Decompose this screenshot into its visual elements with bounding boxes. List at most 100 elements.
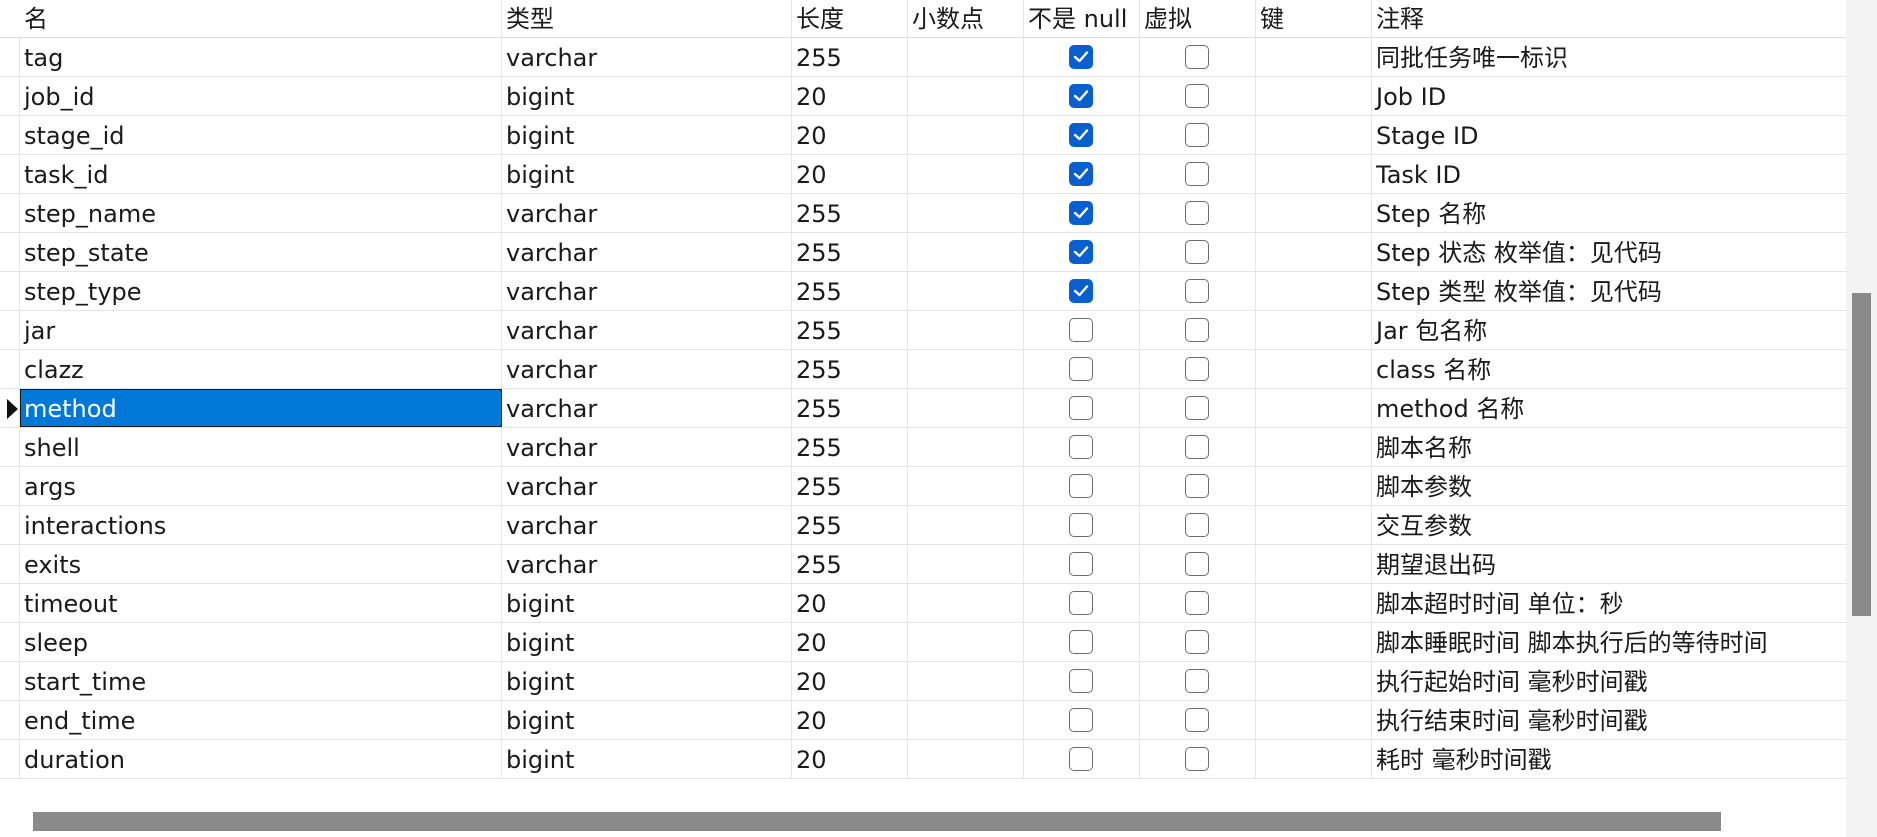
field-comment-cell[interactable]: 执行起始时间 毫秒时间戳 [1372,662,1846,700]
column-header-not-null[interactable]: 不是 null [1024,0,1140,37]
field-length-cell[interactable]: 255 [792,428,908,466]
field-name-cell[interactable]: start_time [20,662,502,700]
field-type-cell[interactable]: bigint [502,740,792,778]
field-key-cell[interactable] [1256,272,1372,310]
column-header-decimals[interactable]: 小数点 [908,0,1024,37]
field-decimals-cell[interactable] [908,701,1024,739]
field-name-cell[interactable]: step_name [20,194,502,232]
field-not-null-cell[interactable] [1024,116,1140,154]
field-length-cell[interactable]: 255 [792,467,908,505]
row-selector[interactable] [0,662,20,700]
virtual-checkbox[interactable] [1185,474,1209,498]
not-null-checkbox[interactable] [1069,474,1093,498]
field-type-cell[interactable]: bigint [502,77,792,115]
field-comment-cell[interactable]: Jar 包名称 [1372,311,1846,349]
field-not-null-cell[interactable] [1024,740,1140,778]
table-row[interactable]: jar varchar 255 Jar 包名称 [0,311,1846,350]
table-row[interactable]: duration bigint 20 耗时 毫秒时间戳 [0,740,1846,779]
field-comment-cell[interactable]: Step 名称 [1372,194,1846,232]
field-decimals-cell[interactable] [908,623,1024,661]
row-selector[interactable] [0,506,20,544]
field-not-null-cell[interactable] [1024,77,1140,115]
row-selector[interactable] [0,194,20,232]
not-null-checkbox[interactable] [1069,201,1093,225]
field-not-null-cell[interactable] [1024,311,1140,349]
field-decimals-cell[interactable] [908,194,1024,232]
field-virtual-cell[interactable] [1140,38,1256,76]
field-name-cell[interactable]: args [20,467,502,505]
field-not-null-cell[interactable] [1024,662,1140,700]
field-name-cell[interactable]: stage_id [20,116,502,154]
field-key-cell[interactable] [1256,584,1372,622]
field-name-cell[interactable]: task_id [20,155,502,193]
field-decimals-cell[interactable] [908,428,1024,466]
not-null-checkbox[interactable] [1069,162,1093,186]
not-null-checkbox[interactable] [1069,318,1093,342]
row-selector[interactable] [0,584,20,622]
column-header-comment[interactable]: 注释 [1372,0,1846,37]
table-row[interactable]: method varchar 255 method 名称 [0,389,1846,428]
field-not-null-cell[interactable] [1024,545,1140,583]
field-not-null-cell[interactable] [1024,194,1140,232]
field-decimals-cell[interactable] [908,272,1024,310]
field-type-cell[interactable]: bigint [502,662,792,700]
field-key-cell[interactable] [1256,545,1372,583]
not-null-checkbox[interactable] [1069,630,1093,654]
not-null-checkbox[interactable] [1069,435,1093,459]
field-type-cell[interactable]: varchar [502,428,792,466]
field-key-cell[interactable] [1256,38,1372,76]
field-decimals-cell[interactable] [908,38,1024,76]
field-virtual-cell[interactable] [1140,350,1256,388]
field-type-cell[interactable]: bigint [502,623,792,661]
field-virtual-cell[interactable] [1140,506,1256,544]
column-header-name[interactable]: 名 [20,0,502,37]
not-null-checkbox[interactable] [1069,669,1093,693]
virtual-checkbox[interactable] [1185,591,1209,615]
row-selector[interactable] [0,116,20,154]
field-decimals-cell[interactable] [908,545,1024,583]
table-row[interactable]: args varchar 255 脚本参数 [0,467,1846,506]
field-length-cell[interactable]: 255 [792,38,908,76]
field-comment-cell[interactable]: Job ID [1372,77,1846,115]
field-comment-cell[interactable]: Step 状态 枚举值：见代码 [1372,233,1846,271]
field-length-cell[interactable]: 20 [792,623,908,661]
not-null-checkbox[interactable] [1069,708,1093,732]
table-row[interactable]: clazz varchar 255 class 名称 [0,350,1846,389]
virtual-checkbox[interactable] [1185,435,1209,459]
field-length-cell[interactable]: 255 [792,350,908,388]
field-name-cell[interactable]: shell [20,428,502,466]
field-not-null-cell[interactable] [1024,389,1140,427]
row-selector[interactable] [0,467,20,505]
table-row[interactable]: sleep bigint 20 脚本睡眠时间 脚本执行后的等待时间 [0,623,1846,662]
field-comment-cell[interactable]: 脚本参数 [1372,467,1846,505]
field-type-cell[interactable]: varchar [502,389,792,427]
field-name-cell[interactable]: timeout [20,584,502,622]
field-not-null-cell[interactable] [1024,506,1140,544]
field-key-cell[interactable] [1256,350,1372,388]
field-decimals-cell[interactable] [908,467,1024,505]
virtual-checkbox[interactable] [1185,318,1209,342]
field-name-cell[interactable]: step_type [20,272,502,310]
field-decimals-cell[interactable] [908,389,1024,427]
field-not-null-cell[interactable] [1024,38,1140,76]
field-comment-cell[interactable]: 脚本名称 [1372,428,1846,466]
field-key-cell[interactable] [1256,428,1372,466]
field-virtual-cell[interactable] [1140,77,1256,115]
field-comment-cell[interactable]: 脚本超时时间 单位：秒 [1372,584,1846,622]
virtual-checkbox[interactable] [1185,84,1209,108]
virtual-checkbox[interactable] [1185,279,1209,303]
row-selector[interactable] [0,38,20,76]
field-key-cell[interactable] [1256,467,1372,505]
virtual-checkbox[interactable] [1185,669,1209,693]
field-virtual-cell[interactable] [1140,155,1256,193]
row-selector[interactable] [0,155,20,193]
field-key-cell[interactable] [1256,77,1372,115]
field-name-cell[interactable]: sleep [20,623,502,661]
table-row[interactable]: stage_id bigint 20 Stage ID [0,116,1846,155]
row-selector[interactable] [0,389,20,427]
row-selector[interactable] [0,350,20,388]
field-virtual-cell[interactable] [1140,545,1256,583]
field-length-cell[interactable]: 255 [792,506,908,544]
row-selector[interactable] [0,701,20,739]
field-length-cell[interactable]: 20 [792,155,908,193]
